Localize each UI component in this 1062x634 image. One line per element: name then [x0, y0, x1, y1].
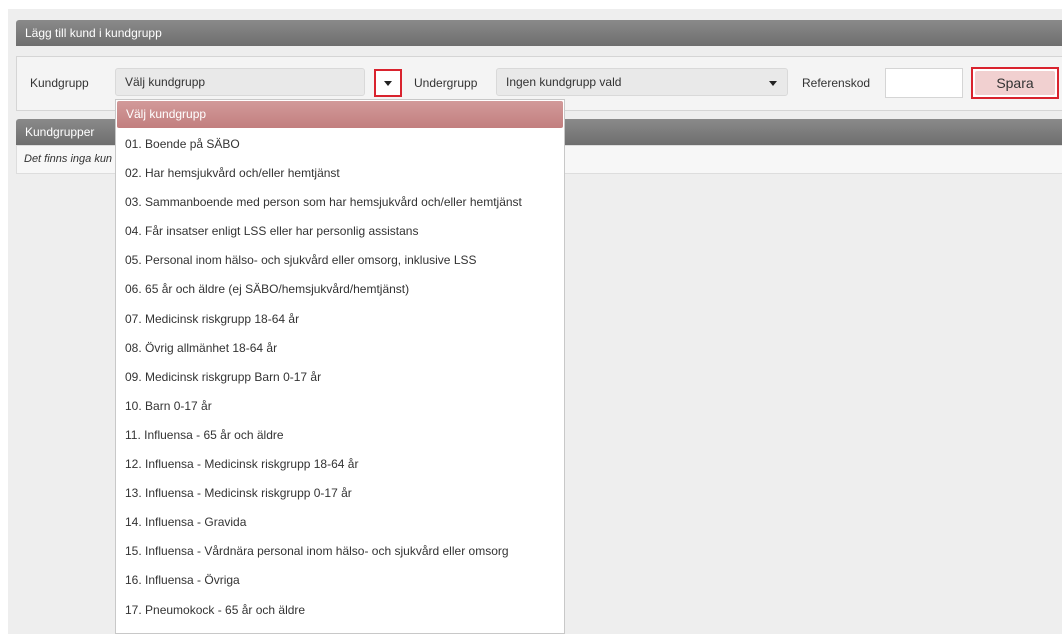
dropdown-option[interactable]: 05. Personal inom hälso- och sjukvård el…: [116, 246, 564, 275]
dropdown-option-selected[interactable]: Välj kundgrupp: [117, 101, 563, 128]
panel-title: Lägg till kund i kundgrupp: [25, 26, 162, 40]
dropdown-option[interactable]: 17. Pneumokock - 65 år och äldre: [116, 596, 564, 625]
dropdown-option[interactable]: 14. Influensa - Gravida: [116, 508, 564, 537]
dropdown-option[interactable]: 10. Barn 0-17 år: [116, 392, 564, 421]
referenskod-input[interactable]: [885, 68, 963, 98]
add-customer-panel-header: Lägg till kund i kundgrupp: [16, 20, 1062, 46]
dropdown-option[interactable]: 18. Pneumokock - Medicinsk riskgrupp 18-…: [116, 625, 564, 633]
undergrupp-select[interactable]: Ingen kundgrupp vald: [496, 68, 788, 96]
save-button-label: Spara: [975, 71, 1055, 95]
save-button[interactable]: Spara: [971, 67, 1059, 99]
chevron-down-icon: [769, 81, 777, 86]
dropdown-option[interactable]: 02. Har hemsjukvård och/eller hemtjänst: [116, 159, 564, 188]
dropdown-option[interactable]: 03. Sammanboende med person som har hems…: [116, 188, 564, 217]
dropdown-option[interactable]: 12. Influensa - Medicinsk riskgrupp 18-6…: [116, 450, 564, 479]
empty-state-text: Det finns inga kun: [24, 153, 113, 165]
undergrupp-label: Undergrupp: [414, 76, 478, 90]
dropdown-option[interactable]: 16. Influensa - Övriga: [116, 566, 564, 595]
dropdown-option[interactable]: 09. Medicinsk riskgrupp Barn 0-17 år: [116, 363, 564, 392]
page-background: Lägg till kund i kundgrupp Kundgrupp Väl…: [8, 9, 1062, 634]
dropdown-option[interactable]: 08. Övrig allmänhet 18-64 år: [116, 334, 564, 363]
kundgrupp-dropdown-list: Välj kundgrupp 01. Boende på SÄBO 02. Har …: [115, 99, 565, 634]
referenskod-label: Referenskod: [802, 76, 871, 90]
dropdown-option[interactable]: 01. Boende på SÄBO: [116, 130, 564, 159]
dropdown-option[interactable]: 13. Influensa - Medicinsk riskgrupp 0-17…: [116, 479, 564, 508]
kundgrupp-selected-value: Välj kundgrupp: [125, 75, 206, 89]
dropdown-option[interactable]: 15. Influensa - Vårdnära personal inom h…: [116, 537, 564, 566]
kundgrupp-label: Kundgrupp: [30, 76, 89, 90]
dropdown-option[interactable]: 04. Får insatser enligt LSS eller har pe…: [116, 217, 564, 246]
kundgrupper-title: Kundgrupper: [25, 125, 95, 139]
kundgrupp-select[interactable]: Välj kundgrupp: [115, 68, 365, 96]
kundgrupp-dropdown-toggle[interactable]: [374, 69, 402, 97]
chevron-down-icon: [384, 81, 392, 86]
dropdown-option[interactable]: 07. Medicinsk riskgrupp 18-64 år: [116, 305, 564, 334]
dropdown-option[interactable]: 06. 65 år och äldre (ej SÄBO/hemsjukvård…: [116, 275, 564, 304]
undergrupp-selected-value: Ingen kundgrupp vald: [506, 75, 622, 89]
dropdown-option[interactable]: 11. Influensa - 65 år och äldre: [116, 421, 564, 450]
